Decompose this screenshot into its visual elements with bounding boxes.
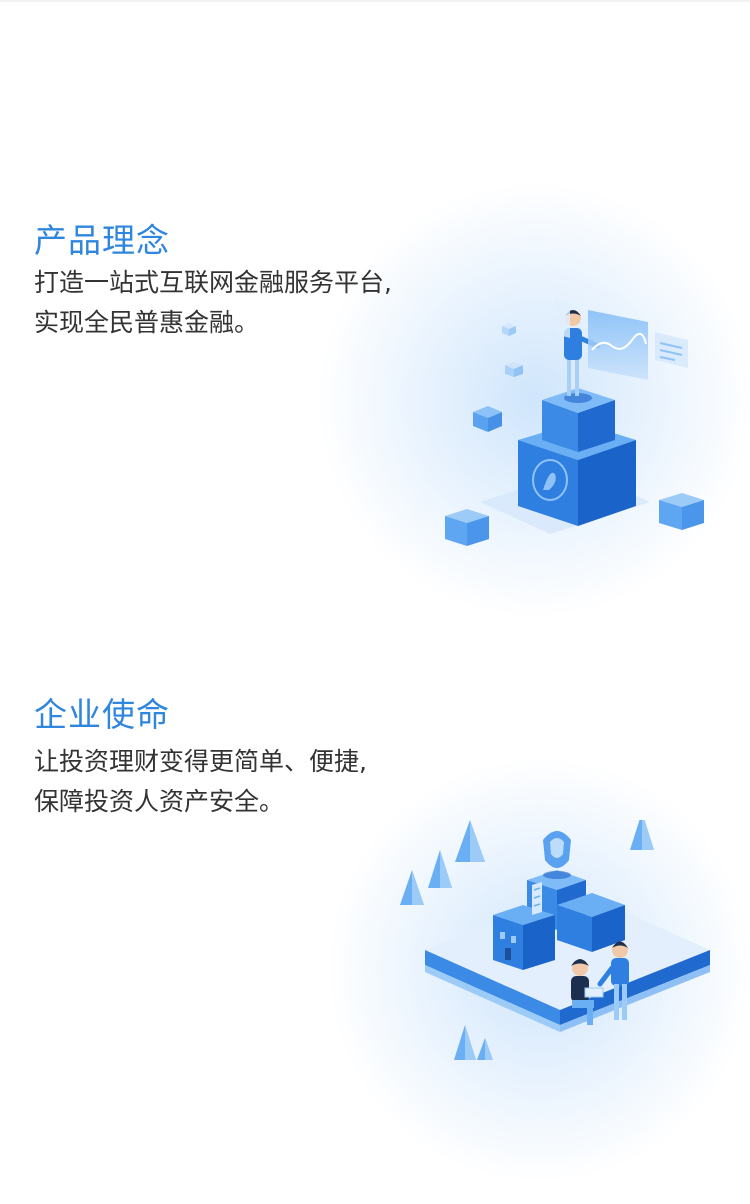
tree-icon: [455, 820, 485, 862]
tree-icon: [477, 1038, 493, 1060]
description-line: 实现全民普惠金融。: [34, 308, 260, 337]
tree-icon: [630, 820, 654, 850]
tree-icon: [400, 870, 424, 905]
cube-icon: [445, 509, 489, 546]
section-title: 产品理念: [34, 221, 170, 260]
document-screen-icon: [655, 332, 688, 368]
tree-icon: [428, 850, 452, 888]
cube-icon: [659, 493, 704, 530]
corporate-mission-section: 企业使命 让投资理财变得更简单、便捷, 保障投资人资产安全。: [0, 640, 750, 1204]
building-block-icon: [557, 893, 625, 952]
tree-icon: [454, 1025, 476, 1060]
finance-platform-illustration: [445, 298, 704, 546]
description-line: 让投资理财变得更简单、便捷,: [34, 747, 367, 776]
glass-panel-icon: [555, 298, 570, 338]
description-line: 打造一站式互联网金融服务平台,: [34, 268, 392, 297]
shield-icon: [543, 831, 571, 879]
chart-screen-icon: [588, 310, 648, 380]
product-philosophy-section: 产品理念 打造一站式互联网金融服务平台, 实现全民普惠金融。: [0, 0, 750, 640]
cube-icon: [505, 362, 523, 377]
cube-icon: [473, 406, 502, 432]
section-title: 企业使命: [34, 695, 170, 734]
section-description: 打造一站式互联网金融服务平台, 实现全民普惠金融。: [34, 263, 392, 343]
asset-security-illustration: [400, 820, 710, 1060]
description-line: 保障投资人资产安全。: [34, 787, 285, 816]
document-stack-icon: [532, 882, 542, 915]
cube-icon: [502, 323, 516, 336]
building-block-icon: [493, 905, 555, 970]
section-description: 让投资理财变得更简单、便捷, 保障投资人资产安全。: [34, 742, 367, 822]
